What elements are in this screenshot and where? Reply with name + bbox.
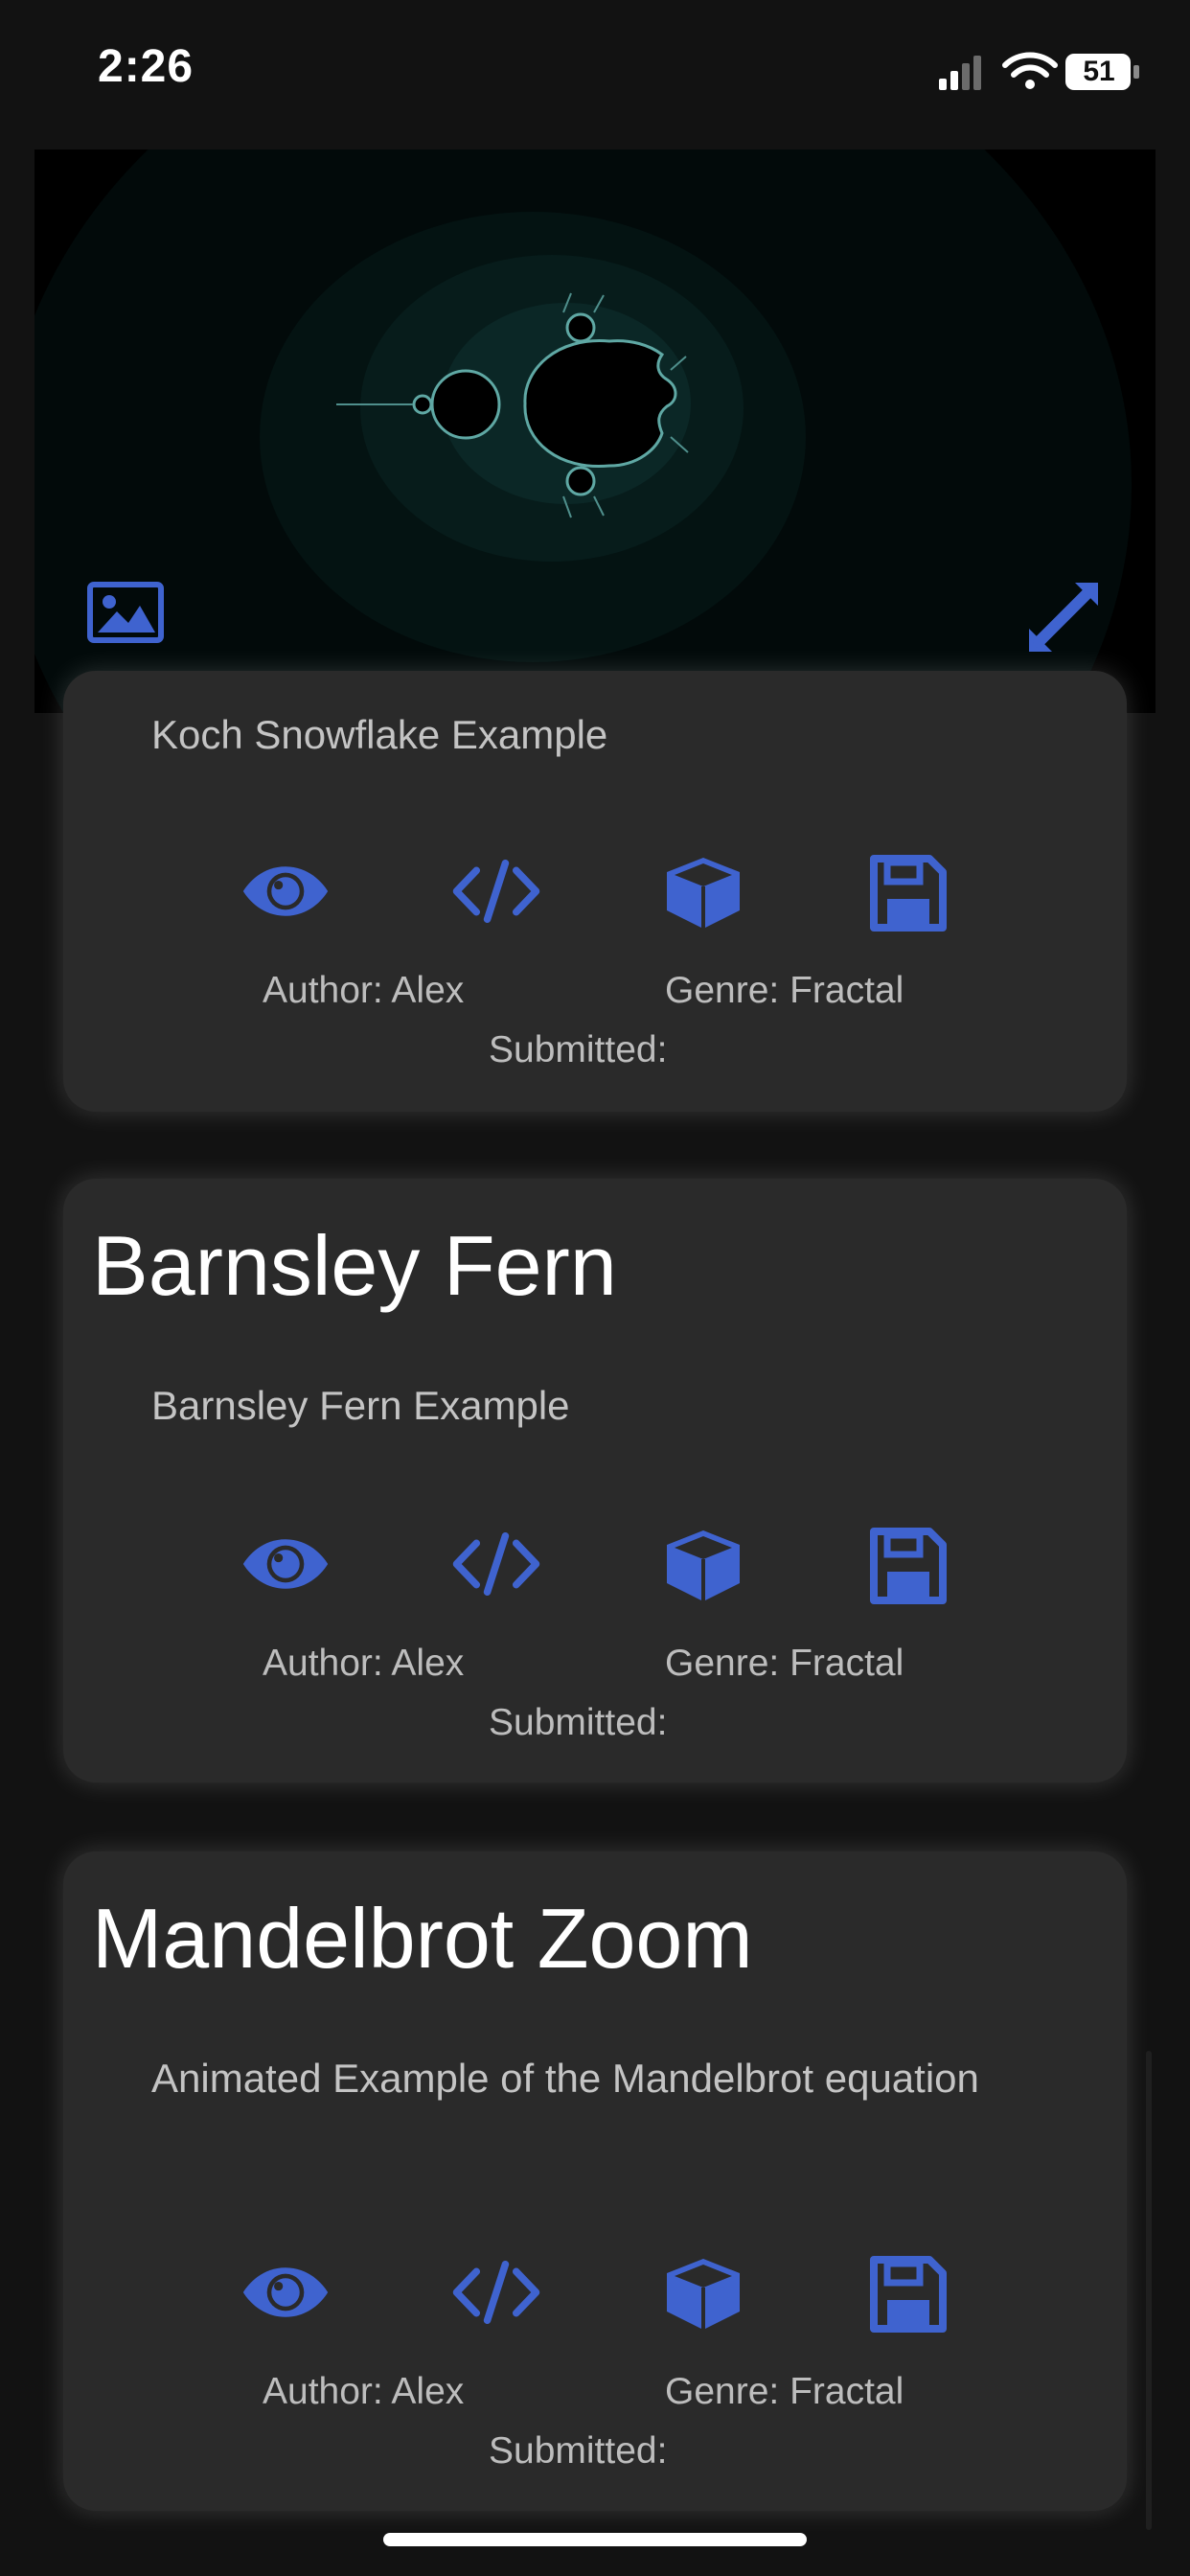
scroll-indicator[interactable] — [1146, 2051, 1152, 2530]
card-description: Animated Example of the Mandelbrot equat… — [151, 2056, 979, 2101]
genre-label: Genre: Fractal — [665, 970, 904, 1011]
card-koch-snowflake: Koch Snowflake Example Author: Alex Genr… — [63, 671, 1127, 1112]
card-title: Mandelbrot Zoom — [92, 1891, 753, 1986]
view-icon[interactable] — [241, 2264, 330, 2321]
screen: 2:26 51 Koch Snowflake Example Author: A… — [0, 0, 1190, 2576]
status-bar: 2:26 51 — [0, 0, 1190, 144]
cube-icon[interactable] — [663, 2256, 744, 2333]
status-time: 2:26 — [98, 41, 195, 92]
submitted-label: Submitted: — [489, 2430, 668, 2472]
cube-icon[interactable] — [663, 1528, 744, 1604]
expand-icon[interactable] — [1025, 579, 1102, 656]
submitted-label: Submitted: — [489, 1029, 668, 1070]
signal-icon — [939, 56, 981, 90]
view-icon[interactable] — [241, 1535, 330, 1593]
wifi-icon — [1002, 52, 1058, 89]
card-description: Koch Snowflake Example — [151, 712, 608, 757]
save-icon[interactable] — [870, 855, 947, 932]
home-indicator[interactable] — [383, 2533, 807, 2546]
fractal-preview[interactable] — [34, 150, 1156, 713]
mandelbrot-image — [34, 150, 1156, 713]
card-title: Barnsley Fern — [92, 1218, 617, 1313]
view-icon[interactable] — [241, 862, 330, 920]
genre-label: Genre: Fractal — [665, 2371, 904, 2412]
card-mandelbrot-zoom: Mandelbrot Zoom Animated Example of the … — [63, 1852, 1127, 2511]
author-label: Author: Alex — [263, 970, 465, 1011]
image-icon[interactable] — [86, 581, 165, 644]
card-description: Barnsley Fern Example — [151, 1383, 570, 1428]
genre-label: Genre: Fractal — [665, 1643, 904, 1684]
author-label: Author: Alex — [263, 1643, 465, 1684]
submitted-label: Submitted: — [489, 1702, 668, 1743]
cube-icon[interactable] — [663, 855, 744, 932]
author-label: Author: Alex — [263, 2371, 465, 2412]
code-icon[interactable] — [450, 860, 542, 923]
code-icon[interactable] — [450, 1532, 542, 1596]
save-icon[interactable] — [870, 1528, 947, 1604]
code-icon[interactable] — [450, 2261, 542, 2324]
battery-level: 51 — [1083, 56, 1115, 87]
card-barnsley-fern: Barnsley Fern Barnsley Fern Example Auth… — [63, 1179, 1127, 1782]
save-icon[interactable] — [870, 2256, 947, 2333]
